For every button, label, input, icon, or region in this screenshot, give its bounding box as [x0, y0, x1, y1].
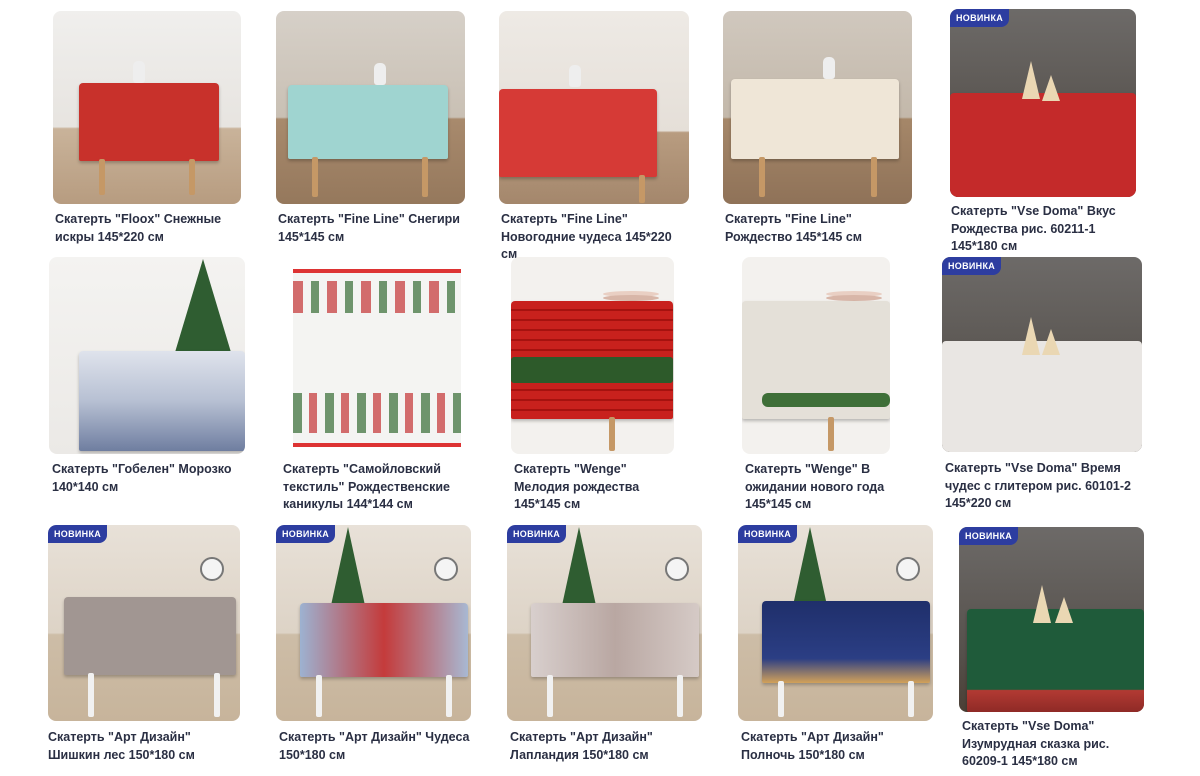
- product-card[interactable]: Скатерть "Fine Line" Снегири 145*145 см: [276, 11, 465, 251]
- product-image[interactable]: [511, 257, 674, 454]
- product-image[interactable]: [742, 257, 890, 454]
- product-image[interactable]: [276, 11, 465, 204]
- product-card[interactable]: Скатерть "Fine Line" Рождество 145*145 с…: [723, 11, 912, 251]
- new-badge: НОВИНКА: [950, 9, 1010, 27]
- product-image[interactable]: [49, 257, 245, 454]
- product-title[interactable]: Скатерть "Самойловский текстиль" Рождест…: [283, 461, 474, 514]
- product-card[interactable]: Скатерть "Гобелен" Морозко 140*140 см: [49, 257, 245, 497]
- product-image[interactable]: НОВИНКА: [507, 525, 702, 721]
- product-title[interactable]: Скатерть "Vse Doma" Вкус Рождества рис. …: [951, 203, 1136, 256]
- product-image[interactable]: НОВИНКА: [959, 527, 1144, 712]
- product-card[interactable]: НОВИНКА Скатерть "Арт Дизайн" Чудеса 150…: [276, 525, 471, 770]
- product-card[interactable]: НОВИНКА Скатерть "Арт Дизайн" Полночь 15…: [738, 525, 933, 770]
- new-badge: НОВИНКА: [507, 525, 567, 543]
- product-card[interactable]: Скатерть "Wenge" В ожидании нового года …: [742, 257, 928, 511]
- product-title[interactable]: Скатерть "Floox" Снежные искры 145*220 с…: [55, 211, 241, 246]
- product-title[interactable]: Скатерть "Fine Line" Снегири 145*145 см: [278, 211, 465, 246]
- product-card[interactable]: НОВИНКА Скатерть "Арт Дизайн" Шишкин лес…: [48, 525, 241, 770]
- product-title[interactable]: Скатерть "Fine Line" Новогодние чудеса 1…: [501, 211, 689, 264]
- product-image[interactable]: [723, 11, 912, 204]
- new-badge: НОВИНКА: [738, 525, 798, 543]
- product-title[interactable]: Скатерть "Арт Дизайн" Чудеса 150*180 см: [279, 729, 471, 764]
- product-image[interactable]: [280, 257, 474, 454]
- product-card[interactable]: НОВИНКА Скатерть "Vse Doma" Вкус Рождест…: [950, 9, 1136, 254]
- product-image[interactable]: НОВИНКА: [276, 525, 471, 721]
- product-image[interactable]: НОВИНКА: [950, 9, 1136, 197]
- product-card[interactable]: Скатерть "Fine Line" Новогодние чудеса 1…: [499, 11, 689, 261]
- new-badge: НОВИНКА: [942, 257, 1002, 275]
- product-title[interactable]: Скатерть "Гобелен" Морозко 140*140 см: [52, 461, 245, 496]
- product-title[interactable]: Скатерть "Vse Doma" Изумрудная сказка ри…: [962, 718, 1145, 771]
- product-card[interactable]: Скатерть "Wenge" Мелодия рождества 145*1…: [511, 257, 674, 511]
- new-badge: НОВИНКА: [48, 525, 108, 543]
- product-image[interactable]: НОВИНКА: [942, 257, 1142, 452]
- product-title[interactable]: Скатерть "Wenge" В ожидании нового года …: [745, 461, 928, 514]
- new-badge: НОВИНКА: [959, 527, 1019, 545]
- product-card[interactable]: Скатерть "Floox" Снежные искры 145*220 с…: [53, 11, 241, 251]
- product-image[interactable]: [499, 11, 689, 204]
- product-title[interactable]: Скатерть "Арт Дизайн" Полночь 150*180 см: [741, 729, 933, 764]
- new-badge: НОВИНКА: [276, 525, 336, 543]
- product-title[interactable]: Скатерть "Wenge" Мелодия рождества 145*1…: [514, 461, 674, 514]
- product-title[interactable]: Скатерть "Арт Дизайн" Шишкин лес 150*180…: [48, 729, 241, 764]
- product-title[interactable]: Скатерть "Vse Doma" Время чудес с глитер…: [945, 460, 1142, 513]
- product-card[interactable]: НОВИНКА Скатерть "Vse Doma" Изумрудная с…: [959, 527, 1145, 772]
- product-card[interactable]: НОВИНКА Скатерть "Vse Doma" Время чудес …: [942, 257, 1142, 517]
- product-image[interactable]: НОВИНКА: [738, 525, 933, 721]
- product-card[interactable]: Скатерть "Самойловский текстиль" Рождест…: [280, 257, 474, 517]
- product-title[interactable]: Скатерть "Арт Дизайн" Лапландия 150*180 …: [510, 729, 702, 764]
- product-image[interactable]: [53, 11, 241, 204]
- product-card[interactable]: НОВИНКА Скатерть "Арт Дизайн" Лапландия …: [507, 525, 702, 770]
- product-title[interactable]: Скатерть "Fine Line" Рождество 145*145 с…: [725, 211, 912, 246]
- product-image[interactable]: НОВИНКА: [48, 525, 240, 721]
